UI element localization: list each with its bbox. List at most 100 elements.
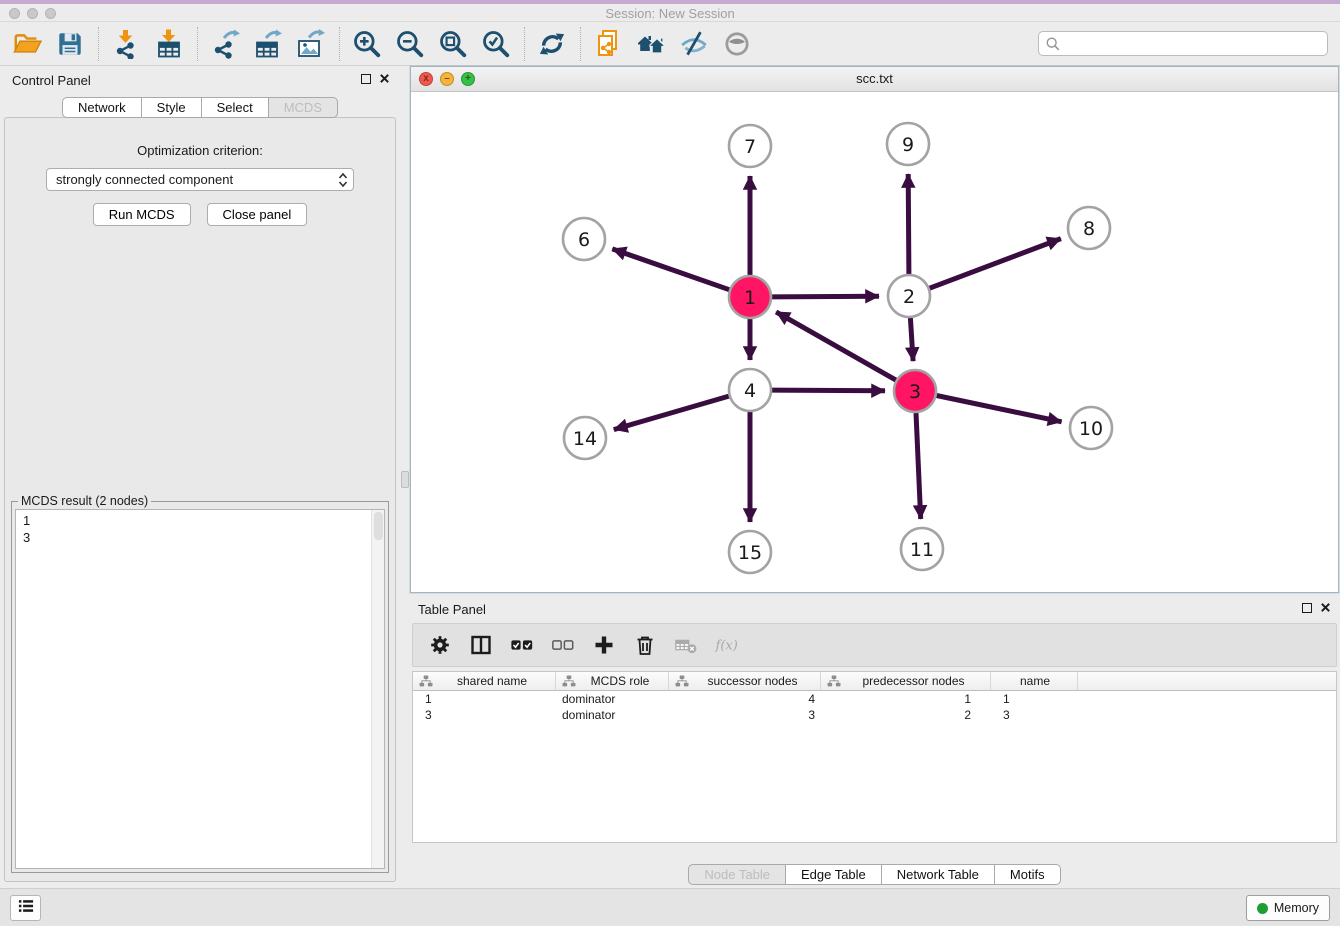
- graph-edge-3-11[interactable]: [916, 413, 921, 519]
- graph-edge-3-1[interactable]: [776, 312, 896, 380]
- save-session-icon[interactable]: [51, 26, 88, 62]
- table-cell[interactable]: 1: [413, 691, 556, 707]
- column-header-predecessor-nodes[interactable]: predecessor nodes: [821, 672, 991, 690]
- close-panel-button[interactable]: Close panel: [207, 203, 308, 226]
- table-toolbar: f(x): [412, 623, 1337, 667]
- network-window-titlebar[interactable]: x–+ scc.txt: [411, 67, 1338, 92]
- run-mcds-button[interactable]: Run MCDS: [93, 203, 191, 226]
- export-network-icon[interactable]: [206, 26, 243, 62]
- graph-node-1[interactable]: 1: [729, 276, 771, 318]
- zoom-fit-icon[interactable]: [434, 26, 471, 62]
- tab-network[interactable]: Network: [62, 97, 142, 118]
- table-cell[interactable]: dominator: [556, 691, 669, 707]
- graph-edge-2-8[interactable]: [930, 239, 1061, 289]
- result-scrollbar[interactable]: [371, 510, 384, 868]
- svg-text:9: 9: [902, 134, 914, 156]
- gear-icon[interactable]: [427, 632, 453, 658]
- columns-icon[interactable]: [468, 632, 494, 658]
- network-graph[interactable]: 7 9 6 8 1 2 4 3 14 10 15 11: [411, 92, 1338, 592]
- graph-node-7[interactable]: 7: [729, 125, 771, 167]
- graph-node-10[interactable]: 10: [1070, 407, 1112, 449]
- float-panel-icon[interactable]: [361, 74, 371, 84]
- tab-mcds[interactable]: MCDS: [268, 97, 338, 118]
- control-panel-title: Control Panel: [12, 73, 91, 88]
- table-cell[interactable]: 1: [821, 691, 991, 707]
- graph-edge-1-6[interactable]: [612, 249, 729, 290]
- search-input[interactable]: [1065, 33, 1323, 54]
- graph-node-6[interactable]: 6: [563, 218, 605, 260]
- column-header-name[interactable]: name: [991, 672, 1078, 690]
- graph-edge-4-3[interactable]: [772, 390, 885, 391]
- graph-edge-4-14[interactable]: [614, 396, 729, 430]
- svg-text:14: 14: [573, 428, 597, 450]
- graph-edge-2-9[interactable]: [908, 174, 909, 274]
- table-cell[interactable]: dominator: [556, 707, 669, 723]
- network-canvas[interactable]: 7 9 6 8 1 2 4 3 14 10 15 11: [411, 92, 1338, 592]
- table-row[interactable]: 3dominator323: [413, 707, 1336, 723]
- graph-node-8[interactable]: 8: [1068, 207, 1110, 249]
- close-table-panel-icon[interactable]: [1320, 602, 1331, 613]
- table-body: 1dominator4113dominator323: [413, 691, 1336, 723]
- tab-edge-table[interactable]: Edge Table: [785, 864, 882, 885]
- graph-node-11[interactable]: 11: [901, 528, 943, 570]
- close-panel-icon[interactable]: [379, 73, 390, 84]
- graph-edge-2-3[interactable]: [910, 318, 913, 361]
- table-panel-title: Table Panel: [418, 602, 486, 617]
- task-history-button[interactable]: [10, 895, 41, 921]
- svg-text:2: 2: [903, 286, 915, 308]
- graph-node-4[interactable]: 4: [729, 369, 771, 411]
- table-cell[interactable]: 3: [991, 707, 1078, 723]
- graph-node-14[interactable]: 14: [564, 417, 606, 459]
- graph-node-9[interactable]: 9: [887, 123, 929, 165]
- tab-select[interactable]: Select: [201, 97, 269, 118]
- tab-node-table[interactable]: Node Table: [688, 864, 786, 885]
- toolbar-separator: [98, 27, 99, 61]
- graph-node-2[interactable]: 2: [888, 275, 930, 317]
- import-network-icon[interactable]: [107, 26, 144, 62]
- table-cell[interactable]: 2: [821, 707, 991, 723]
- memory-button[interactable]: Memory: [1246, 895, 1330, 921]
- select-all-icon[interactable]: [509, 632, 535, 658]
- import-table-icon[interactable]: [150, 26, 187, 62]
- graph-edge-3-10[interactable]: [937, 396, 1062, 422]
- zoom-selected-icon[interactable]: [477, 26, 514, 62]
- tab-motifs[interactable]: Motifs: [994, 864, 1061, 885]
- clone-network-icon[interactable]: [589, 26, 626, 62]
- graph-node-15[interactable]: 15: [729, 531, 771, 573]
- float-table-panel-icon[interactable]: [1302, 603, 1312, 613]
- tab-style[interactable]: Style: [141, 97, 202, 118]
- svg-text:10: 10: [1079, 418, 1103, 440]
- table-cell[interactable]: 4: [669, 691, 821, 707]
- mcds-tab-content: Optimization criterion: strongly connect…: [4, 117, 396, 882]
- column-header-MCDS-role[interactable]: MCDS role: [556, 672, 669, 690]
- hide-selected-icon[interactable]: [675, 26, 712, 62]
- zoom-in-icon[interactable]: [348, 26, 385, 62]
- network-window-title: scc.txt: [411, 71, 1338, 86]
- column-header-shared-name[interactable]: shared name: [413, 672, 556, 690]
- tab-network-table[interactable]: Network Table: [881, 864, 995, 885]
- delete-icon[interactable]: [632, 632, 658, 658]
- vertical-splitter-grip[interactable]: [401, 471, 409, 488]
- table-row[interactable]: 1dominator411: [413, 691, 1336, 707]
- first-neighbors-icon[interactable]: [632, 26, 669, 62]
- graph-edge-1-2[interactable]: [772, 296, 879, 297]
- zoom-out-icon[interactable]: [391, 26, 428, 62]
- export-table-icon[interactable]: [249, 26, 286, 62]
- deselect-all-icon[interactable]: [550, 632, 576, 658]
- refresh-icon[interactable]: [533, 26, 570, 62]
- column-header-successor-nodes[interactable]: successor nodes: [669, 672, 821, 690]
- open-session-icon[interactable]: [8, 26, 45, 62]
- control-panel-tabs: NetworkStyleSelectMCDS: [0, 97, 400, 118]
- criterion-dropdown[interactable]: strongly connected component: [46, 168, 354, 191]
- export-image-icon[interactable]: [292, 26, 329, 62]
- table-cell[interactable]: 3: [669, 707, 821, 723]
- add-icon[interactable]: [591, 632, 617, 658]
- table-cell[interactable]: 1: [991, 691, 1078, 707]
- table-cell[interactable]: 3: [413, 707, 556, 723]
- svg-text:6: 6: [578, 229, 590, 251]
- svg-text:11: 11: [910, 539, 934, 561]
- show-all-icon[interactable]: [718, 26, 755, 62]
- network-view-window: x–+ scc.txt 7 9 6 8 1 2 4 3 14 10 15 11: [410, 66, 1339, 593]
- svg-text:15: 15: [738, 542, 762, 564]
- graph-node-3[interactable]: 3: [894, 370, 936, 412]
